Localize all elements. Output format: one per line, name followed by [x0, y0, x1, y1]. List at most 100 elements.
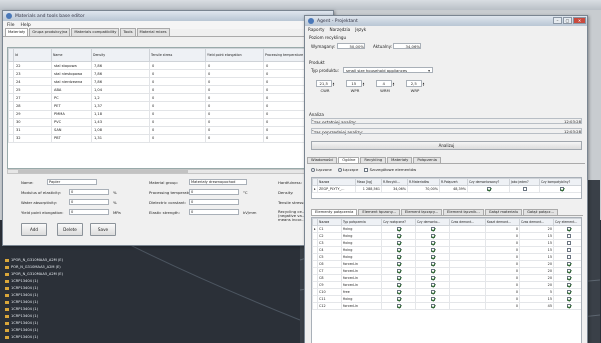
row-element[interactable] — [553, 288, 581, 296]
col-tensile[interactable]: Tensile stress — [149, 48, 206, 62]
tab-tools[interactable]: Tools — [120, 28, 136, 36]
yield-field[interactable]: 0 — [69, 209, 109, 215]
summary-col[interactable]: R.Materiałów — [407, 178, 440, 186]
cell-id[interactable]: 32 — [13, 133, 52, 143]
option-detailed[interactable]: Szczegółowe elementów — [364, 167, 416, 172]
row-detachable[interactable] — [381, 253, 416, 261]
cell-name[interactable]: PMMA — [51, 109, 92, 119]
cell-proc[interactable]: 0 — [263, 109, 309, 119]
tree-item[interactable]: 1CRP13404 (1) — [3, 299, 93, 306]
cell-tensile[interactable]: 0 — [149, 117, 206, 127]
menu-help[interactable]: Help — [21, 23, 31, 28]
cell-tensile[interactable]: 0 — [149, 60, 206, 71]
cell-name[interactable]: stal nierdzewna — [51, 77, 92, 87]
row-detachable[interactable] — [381, 232, 416, 240]
cell-tensile[interactable]: 0 — [149, 69, 206, 79]
analyze-button[interactable]: Analizuj — [311, 141, 582, 150]
cell-id[interactable]: 23 — [13, 69, 52, 79]
table-row[interactable]: 32PBT1,310000 — [8, 133, 330, 143]
table-row[interactable]: 31SAN1,080000 — [8, 125, 330, 135]
row-dismountable[interactable] — [415, 295, 450, 303]
cell-proc[interactable]: 0 — [263, 93, 309, 103]
cell-yield[interactable]: 0 — [205, 109, 264, 119]
weight-stepper[interactable]: 2,5 ▴ ▾ WRP — [401, 80, 429, 93]
cell-id[interactable]: 27 — [13, 93, 52, 103]
delete-button[interactable]: Delete — [57, 223, 83, 236]
detail-row[interactable]: C6 forced-in 0 20 — [312, 260, 581, 268]
cell-yield[interactable]: 0 — [205, 77, 264, 87]
row-element[interactable] — [553, 225, 581, 233]
modulus-field[interactable]: 0 — [69, 189, 109, 195]
row-detachable[interactable] — [381, 281, 416, 289]
cell-id[interactable]: 24 — [13, 77, 52, 87]
cell-density[interactable]: 7,86 — [91, 77, 150, 87]
cell-density[interactable]: 7,86 — [91, 60, 150, 71]
row-element[interactable] — [553, 302, 581, 310]
horizontal-scrollbar[interactable] — [7, 169, 331, 174]
row-detachable[interactable] — [381, 260, 416, 268]
row-element[interactable] — [553, 232, 581, 240]
option-connected[interactable]: Łączone — [311, 167, 332, 172]
table-row[interactable]: 22stal stopowa7,860000 — [8, 60, 330, 71]
cell-name[interactable]: ABA — [51, 85, 92, 95]
row-detachable[interactable] — [381, 246, 416, 254]
detail-col[interactable]: Czas demont... — [449, 218, 486, 226]
weight-stepper[interactable]: 4 ▴ ▾ WRM — [371, 80, 399, 93]
cell-density[interactable]: 1,18 — [91, 109, 150, 119]
summary-col[interactable]: R.Połączeń — [439, 178, 468, 186]
row-detachable[interactable] — [381, 295, 416, 303]
summary-compat[interactable] — [539, 185, 581, 193]
summary-col[interactable]: Nazwa — [317, 178, 356, 186]
menu-tools[interactable]: Narzędzia — [329, 27, 350, 32]
stepper-value[interactable]: 2,5 — [405, 80, 422, 87]
table-row[interactable]: 23stal niestopowa7,860000 — [8, 69, 330, 79]
water-field[interactable]: 0 — [69, 199, 109, 205]
col-yield[interactable]: Yield point elongation — [205, 48, 264, 62]
tree-item[interactable]: 1CRP13404 (1) — [3, 285, 93, 292]
row-element[interactable] — [553, 253, 581, 261]
row-element[interactable] — [553, 239, 581, 247]
detail-col[interactable]: Czy element... — [553, 218, 581, 226]
cell-proc[interactable]: 0 — [263, 77, 309, 87]
maximize-icon[interactable]: ▢ — [563, 17, 572, 24]
cell-name[interactable]: PVC — [51, 117, 92, 127]
tab-messages[interactable]: Wiadomości — [307, 157, 338, 163]
cell-tensile[interactable]: 0 — [149, 125, 206, 135]
cell-proc[interactable]: 0 — [263, 85, 309, 95]
detail-row[interactable]: C8 forced-in 0 20 — [312, 274, 581, 282]
dielectric-field[interactable]: 0 — [189, 199, 239, 205]
tab-material-mixes[interactable]: Material mixes — [136, 28, 170, 36]
row-element[interactable] — [553, 281, 581, 289]
subtab[interactable]: Element łączący... — [400, 209, 443, 215]
detail-col[interactable]: Koszt demont... — [485, 218, 520, 226]
tab-materials[interactable]: Materiały — [387, 157, 413, 163]
row-detachable[interactable] — [381, 274, 416, 282]
row-dismountable[interactable] — [415, 281, 450, 289]
row-dismountable[interactable] — [415, 232, 450, 240]
row-dismountable[interactable] — [415, 260, 450, 268]
tree-item[interactable]: POR_N_G310MAA5_A2M (E) — [3, 264, 93, 271]
cell-density[interactable]: 1,31 — [91, 133, 150, 143]
summary-col[interactable]: Jako jeden? — [509, 178, 540, 186]
cell-tensile[interactable]: 0 — [149, 109, 206, 119]
subtab[interactable]: Elementy połączenia — [311, 209, 358, 215]
summary-col[interactable]: Masa [kg] — [355, 178, 382, 186]
cell-name[interactable]: PBT — [51, 133, 92, 143]
cell-tensile[interactable]: 0 — [149, 101, 206, 111]
weight-stepper[interactable]: 15 ▴ ▾ WPR — [341, 80, 369, 93]
cell-yield[interactable]: 0 — [205, 60, 264, 71]
cell-tensile[interactable]: 0 — [149, 93, 206, 103]
row-element[interactable] — [553, 267, 581, 275]
cell-name[interactable]: PET — [51, 101, 92, 111]
subtab[interactable]: Element łączony... — [358, 209, 400, 215]
cell-yield[interactable]: 0 — [205, 133, 264, 143]
summary-col[interactable]: Czy demontowany? — [467, 178, 510, 186]
row-dismountable[interactable] — [415, 267, 450, 275]
elastic-field[interactable]: 0 — [189, 209, 239, 215]
row-detachable[interactable] — [381, 239, 416, 247]
cell-density[interactable]: 1,2 — [91, 93, 150, 103]
menu-file[interactable]: File — [7, 23, 15, 28]
cell-proc[interactable]: 0 — [263, 125, 309, 135]
cell-name[interactable]: stal niestopowa — [51, 69, 92, 79]
stepper-arrows-icon[interactable]: ▴ ▾ — [363, 81, 365, 86]
